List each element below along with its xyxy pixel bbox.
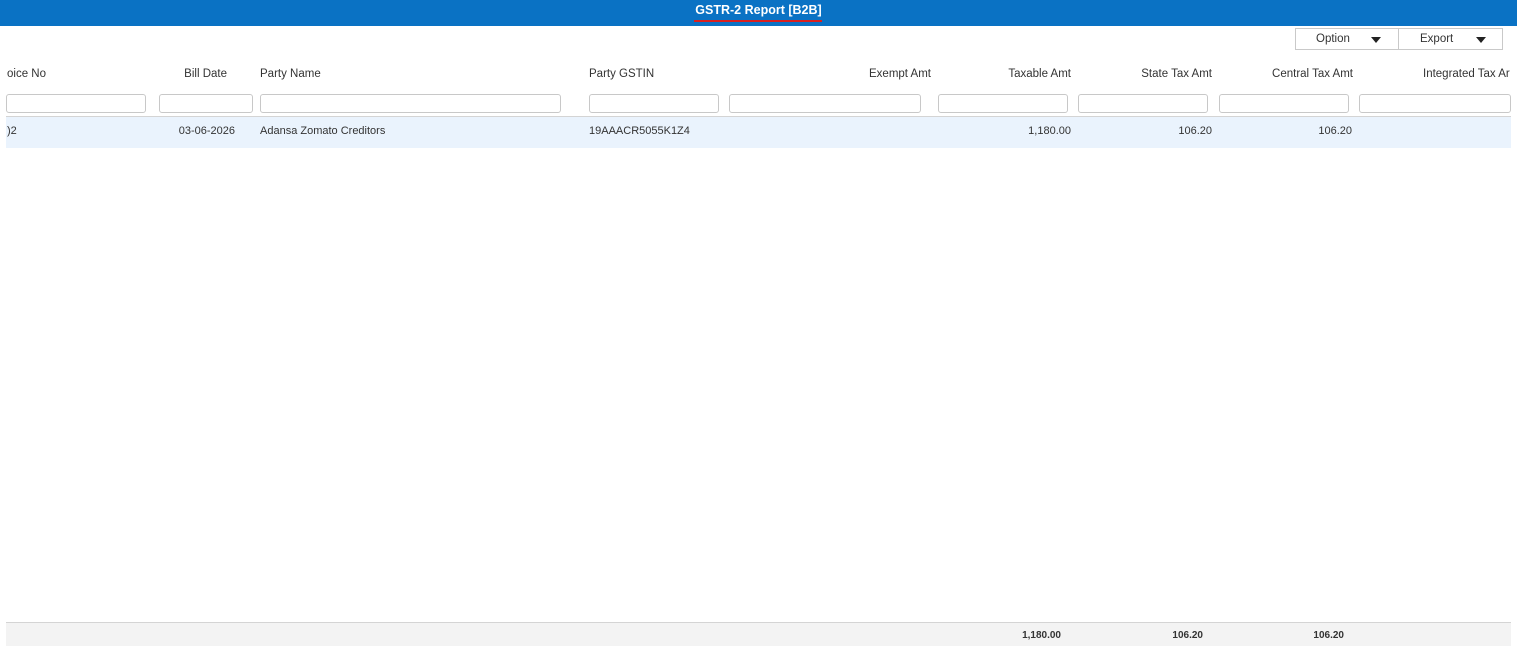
column-header-state-tax-amt[interactable]: State Tax Amt (1111, 68, 1212, 80)
export-label: Export (1420, 33, 1454, 45)
cell-taxable-amt: 1,180.00 (1028, 125, 1071, 137)
cell-invoice-no: )2 (7, 125, 17, 137)
cell-central-tax-amt: 106.20 (1318, 125, 1352, 137)
chevron-down-icon (1371, 37, 1381, 43)
cell-party-gstin: 19AAACR5055K1Z4 (589, 125, 690, 137)
filter-input-taxable-amt[interactable] (938, 94, 1068, 113)
filter-input-party-gstin[interactable] (589, 94, 719, 113)
total-state-tax-amt: 106.20 (1172, 630, 1203, 641)
column-header-invoice-no[interactable]: oice No (7, 68, 46, 80)
column-header-party-gstin[interactable]: Party GSTIN (589, 68, 654, 80)
filter-input-bill-date[interactable] (159, 94, 253, 113)
column-header-integrated-tax-amt[interactable]: Integrated Tax Ar (1423, 68, 1511, 80)
filter-input-integrated-tax-amt[interactable] (1359, 94, 1511, 113)
total-taxable-amt: 1,180.00 (1022, 630, 1061, 641)
option-dropdown-button[interactable]: Option (1295, 28, 1399, 50)
cell-state-tax-amt: 106.20 (1178, 125, 1212, 137)
title-underline (694, 20, 822, 22)
export-dropdown-button[interactable]: Export (1398, 28, 1503, 50)
column-header-bill-date[interactable]: Bill Date (150, 68, 227, 80)
filter-input-invoice-no[interactable] (6, 94, 146, 113)
column-header-party-name[interactable]: Party Name (260, 68, 321, 80)
cell-party-name: Adansa Zomato Creditors (260, 125, 386, 137)
option-label: Option (1316, 33, 1350, 45)
filter-input-exempt-amt[interactable] (729, 94, 921, 113)
chevron-down-icon (1476, 37, 1486, 43)
column-header-exempt-amt[interactable]: Exempt Amt (830, 68, 931, 80)
report-title: GSTR-2 Report [B2B] (695, 3, 822, 17)
total-central-tax-amt: 106.20 (1313, 630, 1344, 641)
filter-input-central-tax-amt[interactable] (1219, 94, 1349, 113)
column-header-taxable-amt[interactable]: Taxable Amt (970, 68, 1071, 80)
filter-input-party-name[interactable] (260, 94, 561, 113)
cell-bill-date: 03-06-2026 (178, 125, 235, 137)
column-header-central-tax-amt[interactable]: Central Tax Amt (1250, 68, 1353, 80)
filter-input-state-tax-amt[interactable] (1078, 94, 1208, 113)
